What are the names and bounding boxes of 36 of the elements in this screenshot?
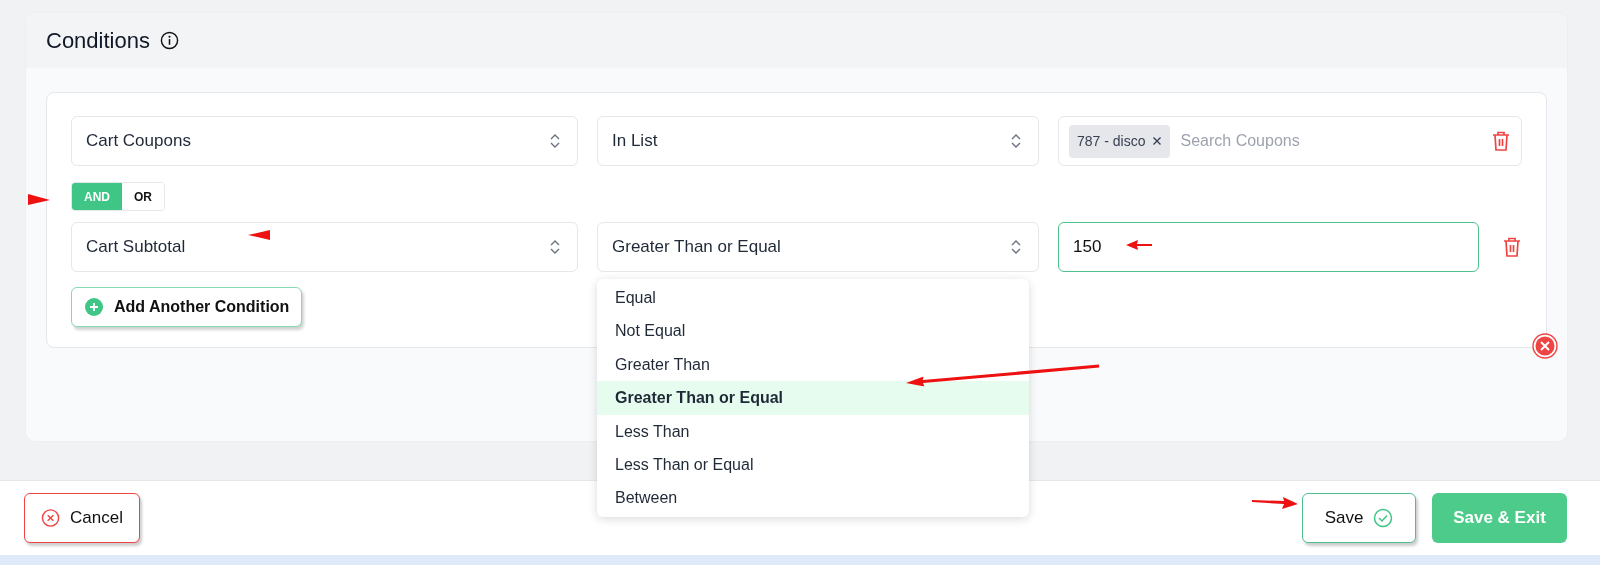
value-field[interactable]: 150 [1058,222,1479,272]
operator-select[interactable]: In List [597,116,1039,166]
info-icon[interactable] [159,31,179,50]
cancel-button[interactable]: Cancel [24,493,140,543]
save-button[interactable]: Save [1302,493,1416,543]
coupon-field[interactable]: 787 - disco Search Coupons [1058,116,1522,166]
chevron-updown-icon [549,132,561,150]
select-value: Cart Coupons [86,131,191,151]
field-select[interactable]: Cart Coupons [71,116,578,166]
add-condition-button[interactable]: Add Another Condition [71,287,303,327]
menu-option[interactable]: Less Than [597,414,1029,448]
annotation-arrow [28,194,50,206]
menu-option[interactable]: Between [597,481,1029,515]
check-icon [1373,508,1394,528]
annotation-arrow [1252,497,1298,509]
field-select[interactable]: Cart Subtotal [71,222,578,272]
delete-icon[interactable] [1502,236,1522,258]
chevron-updown-icon [1010,238,1022,256]
annotation-arrow [248,230,270,240]
menu-option[interactable]: Greater Than or Equal [597,381,1029,415]
close-icon[interactable] [1532,333,1558,359]
plus-icon [84,297,104,317]
cancel-icon [41,508,61,528]
chevron-updown-icon [549,238,561,256]
operator-select[interactable]: Greater Than or Equal [597,222,1039,272]
remove-icon[interactable] [1152,136,1163,146]
delete-icon[interactable] [1491,130,1511,152]
select-value: Cart Subtotal [86,237,186,257]
menu-option[interactable]: Not Equal [597,314,1029,348]
annotation-arrow [1126,240,1152,250]
chevron-updown-icon [1010,132,1022,150]
menu-option[interactable]: Greater Than [597,347,1029,382]
menu-option[interactable]: Equal [597,281,1029,315]
section-title: Conditions [46,27,150,54]
menu-option[interactable]: Less Than or Equal [597,447,1029,482]
tag-label: 787 - disco [1077,133,1146,149]
